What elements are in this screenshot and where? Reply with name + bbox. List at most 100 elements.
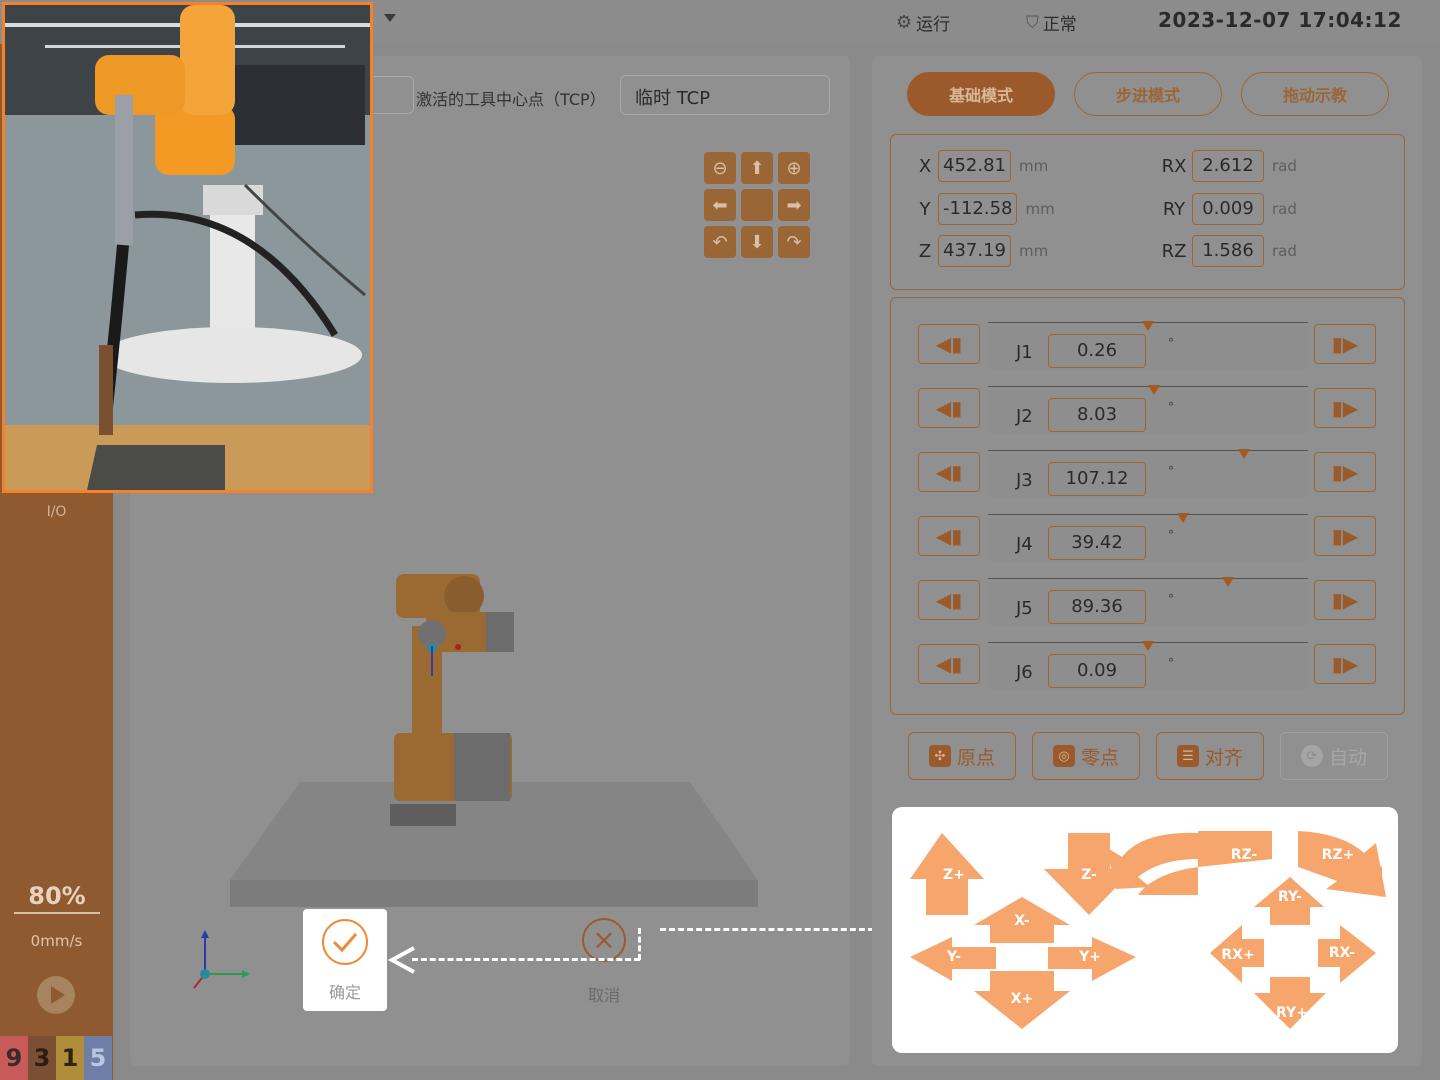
joint-value[interactable]: 107.12 — [1048, 462, 1146, 496]
arrow-right-icon[interactable]: ➡ — [778, 189, 810, 221]
tab-mode-2[interactable]: 步进模式 — [1074, 72, 1222, 116]
joint-marker[interactable] — [1142, 321, 1154, 331]
arrow-left-icon: ◀▮ — [935, 588, 963, 612]
action-button-3[interactable]: ☰ 对齐 — [1156, 732, 1264, 780]
coord-value[interactable]: 2.612 — [1192, 150, 1264, 182]
jog-linear-label[interactable]: Y+ — [1078, 949, 1101, 965]
arrow-left-icon: ◀▮ — [935, 396, 963, 420]
jog-rotary-label[interactable]: RX+ — [1221, 947, 1254, 963]
joint-increase-button[interactable]: ▮▶ — [1314, 388, 1376, 428]
coord-row-y: Y -112.58 mm — [912, 193, 1055, 225]
coord-value[interactable]: -112.58 — [938, 193, 1018, 225]
jog-linear-label[interactable]: Z+ — [943, 867, 965, 883]
datetime: 2023-12-07 17:04:12 — [1158, 8, 1402, 32]
zoom-out-icon[interactable]: ⊖ — [704, 152, 736, 184]
joint-marker[interactable] — [1222, 577, 1234, 587]
action-button-2[interactable]: ◎ 零点 — [1032, 732, 1140, 780]
jog-linear-label[interactable]: X+ — [1011, 991, 1034, 1007]
joint-decrease-button[interactable]: ◀▮ — [918, 452, 980, 492]
arrow-right-icon: ▮▶ — [1331, 396, 1359, 420]
joint-decrease-button[interactable]: ◀▮ — [918, 580, 980, 620]
joint-row-j5: ◀▮ J5 89.36 ° ▮▶ — [918, 577, 1378, 626]
arrow-up-icon[interactable]: ⬆ — [741, 152, 773, 184]
joint-increase-button[interactable]: ▮▶ — [1314, 452, 1376, 492]
joint-decrease-button[interactable]: ◀▮ — [918, 644, 980, 684]
action-button-1[interactable]: ✣ 原点 — [908, 732, 1016, 780]
sidebar-item-io[interactable]: I/O — [0, 504, 113, 520]
tab-mode-1[interactable]: 基础模式 — [907, 72, 1055, 116]
zoom-in-icon[interactable]: ⊕ — [778, 152, 810, 184]
jog-linear-label[interactable]: Z- — [1081, 867, 1097, 883]
joint-slider[interactable] — [988, 577, 1308, 626]
joint-decrease-button[interactable]: ◀▮ — [918, 516, 980, 556]
unit-label: rad — [1272, 242, 1297, 260]
jog-linear-label[interactable]: Y- — [946, 949, 961, 965]
joint-value[interactable]: 8.03 — [1048, 398, 1146, 432]
tool-select[interactable] — [372, 76, 414, 114]
coord-row-z: Z 437.19 mm — [912, 235, 1048, 267]
unit-label: mm — [1018, 242, 1049, 260]
jog-rotary-label[interactable]: RY- — [1278, 889, 1302, 905]
degree-unit: ° — [1168, 464, 1174, 478]
joint-slider[interactable] — [988, 385, 1308, 434]
joint-marker[interactable] — [1177, 513, 1189, 523]
joint-decrease-button[interactable]: ◀▮ — [918, 388, 980, 428]
chevron-down-icon[interactable] — [384, 14, 396, 22]
jog-rotary-label[interactable]: RZ+ — [1322, 847, 1355, 863]
close-icon: × — [582, 918, 626, 962]
axis-label: Z — [918, 240, 932, 262]
action-label: 对齐 — [1204, 746, 1243, 769]
joint-value[interactable]: 0.26 — [1048, 334, 1146, 368]
joint-marker[interactable] — [1238, 449, 1250, 459]
tab-mode-3[interactable]: 拖动示教 — [1241, 72, 1389, 116]
joint-value[interactable]: 39.42 — [1048, 526, 1146, 560]
home-icon: ✣ — [928, 745, 951, 767]
tcp-select[interactable]: 临时 TCP — [620, 75, 830, 115]
coord-value[interactable]: 452.81 — [938, 150, 1011, 182]
cancel-button[interactable]: × 取消 — [560, 918, 648, 1008]
zero-icon: ◎ — [1052, 745, 1075, 767]
play-button[interactable] — [37, 976, 75, 1014]
joint-increase-button[interactable]: ▮▶ — [1314, 580, 1376, 620]
center-view-button[interactable] — [741, 189, 773, 221]
joint-value[interactable]: 89.36 — [1048, 590, 1146, 624]
cancel-label: 取消 — [587, 986, 620, 1005]
arrow-right-icon: ▮▶ — [1331, 524, 1359, 548]
confirm-button[interactable]: 确定 — [303, 909, 387, 1011]
robot-model[interactable] — [390, 568, 520, 830]
degree-unit: ° — [1168, 336, 1174, 350]
speed-percent[interactable]: 80% — [14, 882, 100, 914]
joint-increase-button[interactable]: ▮▶ — [1314, 644, 1376, 684]
arrow-down-icon[interactable]: ⬇ — [741, 226, 773, 258]
joint-slider[interactable] — [988, 641, 1308, 690]
joint-slider[interactable] — [988, 449, 1308, 498]
arrow-left-icon[interactable]: ⬅ — [704, 189, 736, 221]
jog-linear-label[interactable]: X- — [1014, 913, 1030, 929]
joint-increase-button[interactable]: ▮▶ — [1314, 324, 1376, 364]
joint-increase-button[interactable]: ▮▶ — [1314, 516, 1376, 556]
action-button-4[interactable]: ⟳ 自动 — [1280, 732, 1388, 780]
guide-line — [660, 928, 892, 931]
action-label: 原点 — [956, 746, 995, 769]
coord-value[interactable]: 437.19 — [938, 235, 1011, 267]
joint-decrease-button[interactable]: ◀▮ — [918, 324, 980, 364]
shield-icon: ⛉ — [1026, 12, 1039, 33]
code-digit: 1 — [56, 1036, 84, 1080]
jog-rotary-label[interactable]: RZ- — [1231, 847, 1258, 863]
joint-slider[interactable] — [988, 321, 1308, 370]
jog-rotary-label[interactable]: RY+ — [1276, 1005, 1308, 1021]
coord-value[interactable]: 0.009 — [1192, 193, 1264, 225]
coord-value[interactable]: 1.586 — [1192, 235, 1264, 267]
joint-slider[interactable] — [988, 513, 1308, 562]
joint-value[interactable]: 0.09 — [1048, 654, 1146, 688]
jog-ry-plus-button — [1254, 977, 1326, 1029]
joint-marker[interactable] — [1148, 385, 1160, 395]
joint-marker[interactable] — [1142, 641, 1154, 651]
rotate-left-icon[interactable]: ↶ — [704, 226, 736, 258]
rotate-right-icon[interactable]: ↷ — [778, 226, 810, 258]
confirm-label: 确定 — [328, 983, 361, 1002]
camera-photo — [2, 2, 373, 493]
run-status: ⚙ 运行 — [896, 10, 950, 35]
joint-row-j6: ◀▮ J6 0.09 ° ▮▶ — [918, 641, 1378, 690]
jog-rotary-label[interactable]: RX- — [1329, 945, 1355, 961]
